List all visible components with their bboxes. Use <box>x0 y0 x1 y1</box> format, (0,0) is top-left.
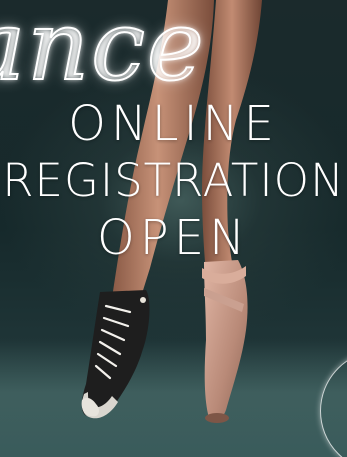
headline-line-registration: REGISTRATION <box>2 154 345 207</box>
pointe-box <box>205 413 229 423</box>
headline-line-online: ONLINE <box>68 96 279 152</box>
neon-script-word: ance <box>0 0 206 102</box>
sneaker-ankle-patch <box>140 297 146 303</box>
pointe-shoe <box>204 260 248 421</box>
dance-registration-poster: ance ONLINE REGISTRATION OPEN <box>0 0 347 457</box>
headline-line-open: OPEN <box>97 210 250 266</box>
